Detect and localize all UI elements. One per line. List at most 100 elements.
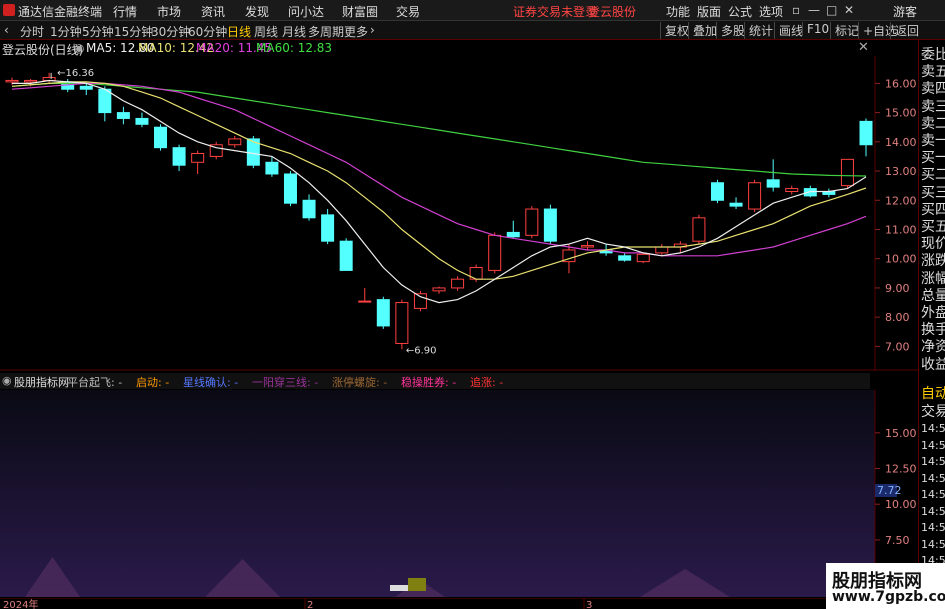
y-tick-label: 16.00	[885, 77, 917, 90]
candle	[376, 296, 390, 329]
ma10-line	[11, 81, 867, 280]
guest-label[interactable]: 游客	[893, 3, 917, 20]
indicator-title: 股朋指标网	[14, 376, 69, 389]
time-label-mar: 3	[586, 600, 592, 609]
quote-tab-0[interactable]: 自动	[921, 383, 945, 403]
candle	[636, 252, 650, 264]
indicator-current-value: 7.72	[877, 484, 902, 497]
period-weekly[interactable]: 周线	[254, 23, 278, 40]
period-60min[interactable]: 60分钟	[188, 23, 227, 40]
candle	[506, 220, 520, 239]
period-15min[interactable]: 15分钟	[114, 23, 153, 40]
indicator-item-2: 星线确认: -	[183, 376, 239, 389]
menu-banmian[interactable]: 版面	[697, 3, 721, 20]
candle-body	[525, 208, 539, 236]
candle	[395, 299, 409, 350]
candle-body	[655, 246, 669, 254]
candle	[729, 197, 743, 210]
indicator-item-4: 涨停螺旋: -	[332, 376, 388, 389]
settings-icon[interactable]: ◉	[74, 41, 84, 55]
menu-jiaoyi[interactable]: 交易	[396, 3, 420, 20]
period-1min[interactable]: 1分钟	[50, 23, 82, 40]
candle	[283, 171, 297, 207]
indicator-legend: ◉ 股朋指标网 平台起飞: - 启动: - 星线确认: - 一阳穿三线: - 涨停螺旋:…	[0, 373, 870, 389]
candle	[785, 185, 799, 195]
candle	[135, 112, 149, 128]
menu-faxian[interactable]: 发现	[245, 3, 269, 20]
ind-y-tick-label: 7.50	[885, 534, 910, 547]
trade-time-3: 14:56	[921, 471, 945, 485]
ma5-line	[12, 79, 867, 304]
candle-body	[283, 173, 297, 204]
candle-body	[265, 161, 279, 175]
trade-time-0: 14:55	[921, 422, 945, 435]
trade-time-1: 14:56	[921, 438, 945, 452]
menu-shichang[interactable]: 市场	[157, 3, 181, 20]
candle-body	[729, 202, 743, 207]
y-tick-label: 15.00	[885, 107, 917, 120]
candle-body	[358, 300, 372, 303]
period-5min[interactable]: 5分钟	[82, 23, 114, 40]
candle-body	[395, 302, 409, 344]
menu-gongshi[interactable]: 公式	[728, 3, 752, 20]
indicator-item-3: 一阳穿三线: -	[252, 376, 319, 389]
maximize-icon[interactable]: □	[826, 3, 837, 17]
y-tick-label: 12.00	[885, 194, 917, 207]
period-30min[interactable]: 30分钟	[151, 23, 190, 40]
period-toolbar: ‹ 分时 1分钟 5分钟 15分钟 30分钟 60分钟 日线 周线 月线 多周期…	[0, 21, 945, 40]
window-menu-icon[interactable]: ▫	[792, 3, 800, 17]
signal-bar-white	[390, 585, 408, 591]
y-tick-label: 11.00	[885, 223, 917, 236]
candle-body	[451, 278, 465, 289]
period-daily[interactable]: 日线	[227, 23, 251, 40]
candle-body	[172, 147, 186, 166]
chart-close-icon[interactable]: ✕	[858, 40, 869, 55]
minimize-icon[interactable]: —	[808, 3, 820, 17]
more-arrow-icon[interactable]: ›	[370, 23, 375, 37]
btn-tongji[interactable]: 统计	[744, 22, 777, 39]
trade-login-notice[interactable]: 证券交易未登录	[513, 3, 597, 20]
btn-f10[interactable]: F10	[802, 22, 833, 36]
time-label-feb: 2	[307, 600, 313, 609]
quote-tab-1[interactable]: 交易	[921, 401, 945, 421]
high-label: ←16.36	[57, 68, 94, 79]
indicator-item-1: 启动: -	[136, 376, 170, 389]
candle-body	[79, 85, 93, 90]
menu-wenxiaoda[interactable]: 问小达	[288, 3, 324, 20]
menu-zixun[interactable]: 资讯	[201, 3, 225, 20]
candle	[710, 179, 724, 204]
ind-y-tick-label: 15.00	[885, 427, 917, 440]
tb-nav-icon[interactable]: ‹	[4, 23, 9, 37]
period-fenshi[interactable]: 分时	[20, 23, 44, 40]
candlestick-chart: 16.00 15.00 14.00 13.00 12.00 11.00 10.00 9.00 8…	[0, 56, 918, 371]
candle	[339, 238, 353, 271]
candle-body	[24, 79, 38, 83]
candle	[822, 188, 836, 198]
candle	[748, 179, 762, 212]
candle-body	[618, 255, 632, 261]
candle-body	[376, 299, 390, 327]
btn-fanhui[interactable]: 返回	[890, 22, 923, 39]
menu-hangqing[interactable]: 行情	[113, 3, 137, 20]
period-more[interactable]: 更多	[344, 23, 368, 40]
menu-caifuquan[interactable]: 财富圈	[342, 3, 378, 20]
menu-gongneng[interactable]: 功能	[666, 3, 690, 20]
indicator-panel: 15.0012.5010.007.505.00 7.72	[0, 390, 917, 598]
quote-side-panel: 委比 卖五 卖四 卖三 卖二 卖一 买一 买二 买三 买四 买五 现价 涨跌 涨幅 总量 外盘 换手 净资 收益 自…	[918, 40, 945, 609]
indicator-settings-icon[interactable]: ◉	[2, 374, 12, 387]
main-chart-legend: 登云股份(日线) ◉ MA5: 12.80 MA10: 12.42 MA20: …	[0, 40, 870, 57]
candle-body	[710, 182, 724, 201]
candle-body	[116, 112, 130, 119]
candle-body	[692, 217, 706, 242]
indicator-item-6: 追涨: -	[470, 376, 504, 389]
candle	[692, 214, 706, 245]
candle	[321, 209, 335, 245]
trade-time-6: 14:56	[921, 521, 945, 534]
indicator-item-0: 平台起飞: -	[67, 376, 123, 389]
menu-xuanxiang[interactable]: 选项	[759, 3, 783, 20]
indicator-bg	[0, 390, 875, 597]
period-monthly[interactable]: 月线	[282, 23, 306, 40]
close-icon[interactable]: ✕	[844, 3, 854, 17]
y-tick-label: 7.00	[885, 340, 910, 353]
period-multi[interactable]: 多周期	[308, 23, 344, 40]
